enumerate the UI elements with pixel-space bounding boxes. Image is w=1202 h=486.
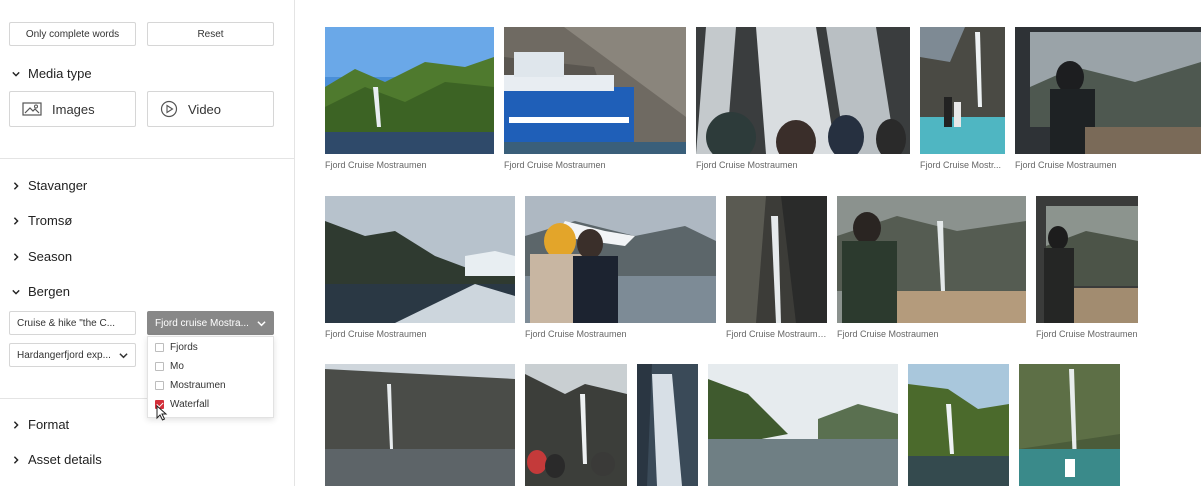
image-icon xyxy=(22,102,42,116)
photo-caption: Fjord Cruise Mostraumen xyxy=(1036,329,1138,339)
chevron-down-icon xyxy=(12,71,20,77)
photo-caption: Fjord Cruise Mostraumen xyxy=(726,329,827,339)
option-label: Mostraumen xyxy=(170,379,226,391)
photo-caption: Fjord Cruise Mostraumen xyxy=(1015,160,1117,170)
photo-caption: Fjord Cruise Mostr... xyxy=(920,160,1002,170)
section-label: Format xyxy=(28,417,70,432)
reset-button[interactable]: Reset xyxy=(147,22,274,46)
select-value: Cruise & hike "the C... xyxy=(17,317,116,329)
section-label: Bergen xyxy=(28,284,70,299)
option-label: Fjords xyxy=(170,341,198,353)
section-label: Asset details xyxy=(28,452,102,467)
divider xyxy=(0,398,148,399)
select-value: Fjord cruise Mostra... xyxy=(155,317,249,329)
photo-thumbnail[interactable] xyxy=(504,27,686,154)
green-mountain-waterfall-photo xyxy=(908,364,1009,486)
fjord-waterfall-photo xyxy=(325,27,494,154)
window-seat-photo xyxy=(1036,196,1138,323)
fjord-boat-wake-photo xyxy=(325,196,515,323)
images-button[interactable]: Images xyxy=(9,91,136,127)
chevron-right-icon xyxy=(13,252,19,261)
photo-thumbnail[interactable] xyxy=(325,364,515,486)
photo-thumbnail[interactable] xyxy=(726,196,827,323)
photo-thumbnail[interactable] xyxy=(1019,364,1120,486)
option-label: Waterfall xyxy=(170,398,210,410)
video-label: Video xyxy=(188,101,222,117)
chevron-right-icon xyxy=(13,420,19,429)
cliff-waterfall-photo xyxy=(726,196,827,323)
checkbox[interactable] xyxy=(155,361,164,371)
section-label: Tromsø xyxy=(28,213,73,228)
chevron-right-icon xyxy=(13,181,19,190)
photo-thumbnail[interactable] xyxy=(525,196,716,323)
option-mo[interactable]: Mo xyxy=(155,358,184,374)
option-mostraumen[interactable]: Mostraumen xyxy=(155,377,226,393)
photo-caption: Fjord Cruise Mostraumen xyxy=(696,160,798,170)
photo-thumbnail[interactable] xyxy=(920,27,1005,154)
section-season[interactable]: Season xyxy=(12,249,72,264)
section-bergen[interactable]: Bergen xyxy=(12,284,70,299)
window-view-man-photo xyxy=(1015,27,1201,154)
cliff-reflection-photo xyxy=(325,364,515,486)
section-label: Stavanger xyxy=(28,178,88,193)
section-tromso[interactable]: Tromsø xyxy=(12,213,72,228)
fjord-sightseeing-boat-photo xyxy=(504,27,686,154)
photo-caption: Fjord Cruise Mostraumen xyxy=(325,329,427,339)
photo-thumbnail[interactable] xyxy=(1036,196,1138,323)
photo-caption: Fjord Cruise Mostraumen xyxy=(325,160,427,170)
photo-thumbnail[interactable] xyxy=(837,196,1026,323)
photo-caption: Fjord Cruise Mostraumen xyxy=(837,329,939,339)
bergen-select-hardangerfjord[interactable]: Hardangerfjord exp... xyxy=(9,343,136,367)
divider xyxy=(0,158,295,159)
waterfall-tourists-photo xyxy=(696,27,910,154)
section-media-type[interactable]: Media type xyxy=(12,66,92,81)
couple-on-deck-photo xyxy=(525,196,716,323)
boat-below-waterfall-photo xyxy=(1019,364,1120,486)
section-label: Media type xyxy=(28,66,92,81)
section-label: Season xyxy=(28,249,73,264)
section-asset-details[interactable]: Asset details xyxy=(12,452,102,467)
video-button[interactable]: Video xyxy=(147,91,274,127)
checkbox[interactable] xyxy=(155,380,164,390)
deck-waterfall-photo xyxy=(920,27,1005,154)
photo-thumbnail[interactable] xyxy=(908,364,1009,486)
bergen-select-fjord-cruise[interactable]: Fjord cruise Mostra... xyxy=(147,311,274,335)
option-label: Mo xyxy=(170,360,184,372)
chevron-right-icon xyxy=(13,455,19,464)
section-format[interactable]: Format xyxy=(12,417,69,432)
chevron-right-icon xyxy=(13,216,19,225)
only-complete-words-button[interactable]: Only complete words xyxy=(9,22,136,46)
select-value: Hardangerfjord exp... xyxy=(17,349,111,361)
photo-thumbnail[interactable] xyxy=(525,364,627,486)
play-circle-icon xyxy=(160,100,178,118)
mouse-cursor-icon xyxy=(156,405,168,421)
photo-thumbnail[interactable] xyxy=(325,27,494,154)
icy-waterfall-photo xyxy=(637,364,698,486)
chevron-down-icon xyxy=(119,352,128,358)
tourists-at-waterfall-photo xyxy=(525,364,627,486)
photo-caption: Fjord Cruise Mostraumen xyxy=(525,329,627,339)
photo-thumbnail[interactable] xyxy=(708,364,898,486)
photo-thumbnail[interactable] xyxy=(637,364,698,486)
photo-thumbnail[interactable] xyxy=(325,196,515,323)
fjord-valley-photo xyxy=(708,364,898,486)
chevron-down-icon xyxy=(257,320,266,326)
man-looking-at-fjord-photo xyxy=(837,196,1026,323)
photo-caption: Fjord Cruise Mostraumen xyxy=(504,160,606,170)
photo-thumbnail[interactable] xyxy=(1015,27,1201,154)
photo-thumbnail[interactable] xyxy=(696,27,910,154)
section-stavanger[interactable]: Stavanger xyxy=(12,178,87,193)
chevron-down-icon xyxy=(12,289,20,295)
option-fjords[interactable]: Fjords xyxy=(155,339,198,355)
bergen-select-cruise-hike[interactable]: Cruise & hike "the C... xyxy=(9,311,136,335)
images-label: Images xyxy=(52,101,95,117)
checkbox[interactable] xyxy=(155,342,164,352)
